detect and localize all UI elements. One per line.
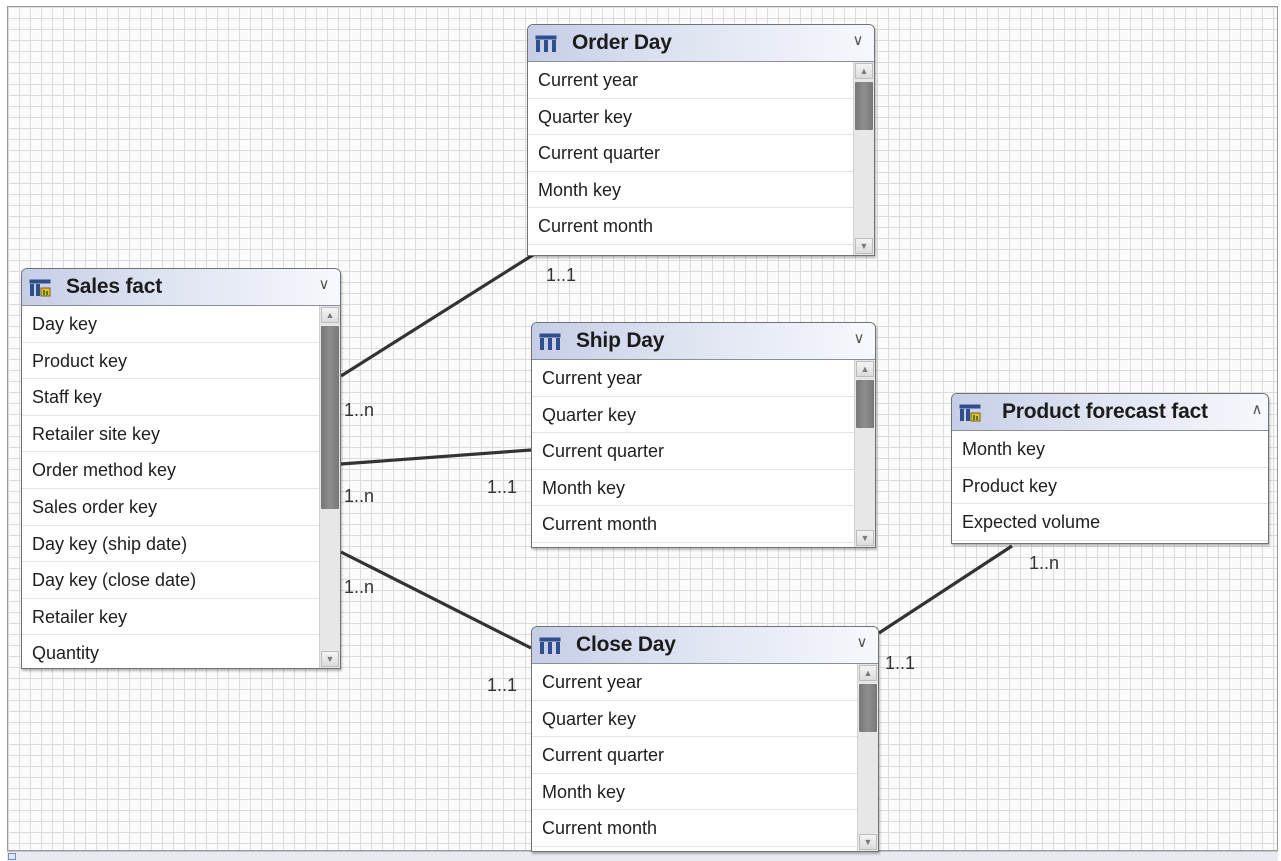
scroll-up-arrow-icon[interactable]: ▲ — [859, 665, 877, 681]
table-row[interactable]: Current year — [532, 360, 875, 397]
table-row[interactable]: Quarter key — [528, 99, 874, 136]
vertical-scrollbar[interactable]: ▲ ▼ — [853, 62, 874, 255]
table-row[interactable]: Month key — [532, 470, 875, 507]
scroll-down-arrow-icon[interactable]: ▼ — [321, 651, 339, 667]
table-row[interactable]: Quarter key — [532, 701, 878, 738]
table-row[interactable]: Expected volume — [952, 504, 1268, 541]
multiplicity-label: 1..1 — [487, 675, 518, 695]
table-header[interactable]: Close Day ∨︎ — [532, 627, 878, 664]
table-row[interactable]: Month key — [952, 431, 1268, 468]
table-title: Ship Day — [576, 329, 665, 352]
vertical-scrollbar[interactable]: ▲ ▼ — [857, 664, 878, 851]
scroll-thumb[interactable] — [321, 326, 339, 509]
chevron-double-up-icon[interactable]: ∧︎ — [1248, 400, 1266, 420]
table-rows: Month key Product key Expected volume — [952, 431, 1268, 541]
table-title: Order Day — [572, 31, 672, 54]
table-row[interactable]: Sales order key — [22, 489, 340, 526]
table-row[interactable]: Month key — [532, 774, 878, 811]
table-header[interactable]: Order Day ∨︎ — [528, 25, 874, 62]
table-rows: Current year Quarter key Current quarter Mo… — [528, 62, 874, 245]
table-row[interactable]: Order method key — [22, 452, 340, 489]
scroll-up-arrow-icon[interactable]: ▲ — [321, 307, 339, 323]
fact-table-icon — [959, 404, 981, 422]
table-row[interactable]: Current quarter — [528, 135, 874, 172]
multiplicity-label: 1..n — [344, 400, 375, 420]
table-row[interactable]: Current month — [532, 810, 878, 847]
multiplicity-label: 1..n — [1029, 553, 1060, 573]
multiplicity-label: 1..n — [344, 486, 375, 506]
multiplicity-label: 1..1 — [487, 477, 518, 497]
table-row[interactable]: Retailer key — [22, 599, 340, 636]
table-row[interactable]: Retailer site key — [22, 416, 340, 453]
vertical-scrollbar[interactable]: ▲ ▼ — [854, 360, 875, 547]
table-title: Product forecast fact — [1002, 400, 1208, 423]
scroll-down-arrow-icon[interactable]: ▼ — [855, 238, 873, 254]
ship-day-table[interactable]: Ship Day ∨︎ Current year Quarter key Curre… — [531, 322, 876, 548]
table-row[interactable]: Quantity — [22, 635, 340, 668]
chevron-double-down-icon[interactable]: ∨︎ — [849, 31, 867, 51]
table-row[interactable]: Day key (ship date) — [22, 526, 340, 563]
multiplicity-label: 1..n — [344, 577, 375, 597]
order-day-table[interactable]: Order Day ∨︎ Current year Quarter key Curr… — [527, 24, 875, 256]
table-header[interactable]: Ship Day ∨︎ — [532, 323, 875, 360]
dimension-table-icon — [535, 35, 557, 52]
table-header[interactable]: Product forecast fact ∧︎ — [952, 394, 1268, 431]
multiplicity-label: 1..1 — [546, 265, 577, 285]
table-row[interactable]: Current quarter — [532, 737, 878, 774]
table-rows: Day key Product key Staff key Retailer site… — [22, 306, 340, 668]
table-row[interactable]: Current month — [532, 506, 875, 543]
dimension-table-icon — [539, 637, 561, 654]
chevron-double-down-icon[interactable]: ∨︎ — [850, 329, 868, 349]
table-rows: Current year Quarter key Current quarter Mo… — [532, 360, 875, 543]
vertical-scrollbar[interactable]: ▲ ▼ — [319, 306, 340, 668]
table-row[interactable]: Product key — [22, 343, 340, 380]
table-row[interactable]: Month key — [528, 172, 874, 209]
scroll-thumb[interactable] — [856, 380, 874, 428]
multiplicity-label: 1..1 — [885, 653, 916, 673]
scroll-up-arrow-icon[interactable]: ▲ — [855, 63, 873, 79]
sales-fact-table[interactable]: Sales fact ∨︎ Day key Product key Staff ke… — [21, 268, 341, 669]
table-row[interactable]: Current year — [532, 664, 878, 701]
table-row[interactable]: Current year — [528, 62, 874, 99]
scroll-thumb[interactable] — [859, 684, 877, 732]
table-title: Sales fact — [66, 275, 163, 298]
table-row[interactable]: Current quarter — [532, 433, 875, 470]
table-title: Close Day — [576, 633, 676, 656]
status-icon — [8, 853, 16, 860]
table-row[interactable]: Quarter key — [532, 397, 875, 434]
scroll-up-arrow-icon[interactable]: ▲ — [856, 361, 874, 377]
scroll-down-arrow-icon[interactable]: ▼ — [856, 530, 874, 546]
scroll-down-arrow-icon[interactable]: ▼ — [859, 834, 877, 850]
fact-table-icon — [29, 279, 51, 297]
table-row[interactable]: Day key — [22, 306, 340, 343]
table-rows: Current year Quarter key Current quarter Mo… — [532, 664, 878, 847]
table-row[interactable]: Product key — [952, 468, 1268, 505]
dimension-table-icon — [539, 333, 561, 350]
product-forecast-fact-table[interactable]: Product forecast fact ∧︎ Month key Produc… — [951, 393, 1269, 544]
table-row[interactable]: Day key (close date) — [22, 562, 340, 599]
close-day-table[interactable]: Close Day ∨︎ Current year Quarter key Curr… — [531, 626, 879, 852]
table-row[interactable]: Current month — [528, 208, 874, 245]
chevron-double-down-icon[interactable]: ∨︎ — [853, 633, 871, 653]
scroll-thumb[interactable] — [855, 82, 873, 130]
table-row[interactable]: Staff key — [22, 379, 340, 416]
table-header[interactable]: Sales fact ∨︎ — [22, 269, 340, 306]
chevron-double-down-icon[interactable]: ∨︎ — [315, 275, 333, 295]
